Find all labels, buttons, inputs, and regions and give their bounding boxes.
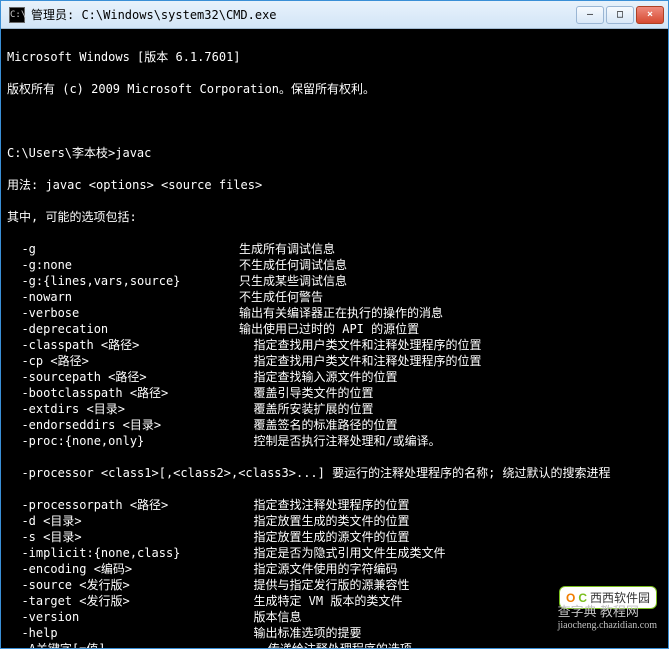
option-flag: -nowarn [7,289,239,305]
option-flag: -verbose [7,305,239,321]
option-row: -deprecation输出使用已过时的 API 的源位置 [7,321,662,337]
option-flag: -endorseddirs <目录> [7,417,239,433]
option-row: -nowarn不生成任何警告 [7,289,662,305]
option-desc: 覆盖引导类文件的位置 [239,385,662,401]
option-flag: -sourcepath <路径> [7,369,239,385]
option-flag: -source <发行版> [7,577,239,593]
option-row: -g生成所有调试信息 [7,241,662,257]
option-flag: -g:{lines,vars,source} [7,273,239,289]
option-desc: 指定源文件使用的字符编码 [239,561,662,577]
option-row: -endorseddirs <目录> 覆盖签名的标准路径的位置 [7,417,662,433]
option-row: -sourcepath <路径> 指定查找输入源文件的位置 [7,369,662,385]
window-title: 管理员: C:\Windows\system32\CMD.exe [31,6,576,23]
option-flag: -target <发行版> [7,593,239,609]
option-flag: -processorpath <路径> [7,497,239,513]
site-watermark-2: 查字典 教程网 jiaocheng.chazidian.com [558,601,657,631]
option-row: -proc:{none,only} 控制是否执行注释处理和/或编译。 [7,433,662,449]
minimize-button[interactable]: — [576,6,604,24]
option-flag: -cp <路径> [7,353,239,369]
option-desc: 传递给注释处理程序的选项 [239,641,662,648]
option-flag: -version [7,609,239,625]
option-desc: 指定查找用户类文件和注释处理程序的位置 [239,353,662,369]
option-flag: -classpath <路径> [7,337,239,353]
option-flag: -bootclasspath <路径> [7,385,239,401]
window-controls: — □ × [576,6,664,24]
option-row: -A关键字[=值] 传递给注释处理程序的选项 [7,641,662,648]
option-row: -classpath <路径> 指定查找用户类文件和注释处理程序的位置 [7,337,662,353]
option-desc: 不生成任何警告 [239,289,662,305]
option-flag: -implicit:{none,class} [7,545,239,561]
option-flag: -g:none [7,257,239,273]
option-desc: 指定查找用户类文件和注释处理程序的位置 [239,337,662,353]
option-flag: -deprecation [7,321,239,337]
option-desc: 覆盖签名的标准路径的位置 [239,417,662,433]
option-desc: 只生成某些调试信息 [239,273,662,289]
usage-line: 用法: javac <options> <source files> [7,177,662,193]
option-row: -bootclasspath <路径> 覆盖引导类文件的位置 [7,385,662,401]
option-row: -encoding <编码> 指定源文件使用的字符编码 [7,561,662,577]
option-desc: 指定查找输入源文件的位置 [239,369,662,385]
option-row: -verbose输出有关编译器正在执行的操作的消息 [7,305,662,321]
option-flag: -encoding <编码> [7,561,239,577]
option-desc: 不生成任何调试信息 [239,257,662,273]
processor-line: -processor <class1>[,<class2>,<class3>..… [7,465,662,481]
option-flag: -help [7,625,239,641]
option-row: -cp <路径> 指定查找用户类文件和注释处理程序的位置 [7,353,662,369]
option-flag: -s <目录> [7,529,239,545]
option-desc: 输出有关编译器正在执行的操作的消息 [239,305,662,321]
option-desc: 指定放置生成的类文件的位置 [239,513,662,529]
option-row: -g:none不生成任何调试信息 [7,257,662,273]
option-row: -implicit:{none,class} 指定是否为隐式引用文件生成类文件 [7,545,662,561]
option-row: -d <目录> 指定放置生成的类文件的位置 [7,513,662,529]
terminal-output[interactable]: Microsoft Windows [版本 6.1.7601] 版权所有 (c)… [1,29,668,648]
option-flag: -A关键字[=值] [7,641,239,648]
watermark-url: jiaocheng.chazidian.com [558,620,657,631]
option-row: -processorpath <路径> 指定查找注释处理程序的位置 [7,497,662,513]
option-flag: -d <目录> [7,513,239,529]
option-desc: 指定是否为隐式引用文件生成类文件 [239,545,662,561]
option-flag: -extdirs <目录> [7,401,239,417]
copyright-line: 版权所有 (c) 2009 Microsoft Corporation。保留所有… [7,81,662,97]
cmd-window: C:\ 管理员: C:\Windows\system32\CMD.exe — □… [0,0,669,649]
prompt-line: C:\Users\李本枝>javac [7,145,662,161]
where-line: 其中, 可能的选项包括: [7,209,662,225]
option-flag: -proc:{none,only} [7,433,239,449]
option-desc: 输出使用已过时的 API 的源位置 [239,321,662,337]
option-row: -extdirs <目录> 覆盖所安装扩展的位置 [7,401,662,417]
option-flag: -g [7,241,239,257]
option-desc: 指定放置生成的源文件的位置 [239,529,662,545]
maximize-button[interactable]: □ [606,6,634,24]
option-row: -s <目录> 指定放置生成的源文件的位置 [7,529,662,545]
option-row: -g:{lines,vars,source}只生成某些调试信息 [7,273,662,289]
option-desc: 控制是否执行注释处理和/或编译。 [239,433,662,449]
blank-line [7,113,662,129]
close-button[interactable]: × [636,6,664,24]
titlebar[interactable]: C:\ 管理员: C:\Windows\system32\CMD.exe — □… [1,1,668,29]
window-icon: C:\ [9,7,25,23]
header-line: Microsoft Windows [版本 6.1.7601] [7,49,662,65]
option-desc: 指定查找注释处理程序的位置 [239,497,662,513]
option-desc: 覆盖所安装扩展的位置 [239,401,662,417]
watermark-text: 查字典 教程网 [558,604,639,619]
option-desc: 生成所有调试信息 [239,241,662,257]
